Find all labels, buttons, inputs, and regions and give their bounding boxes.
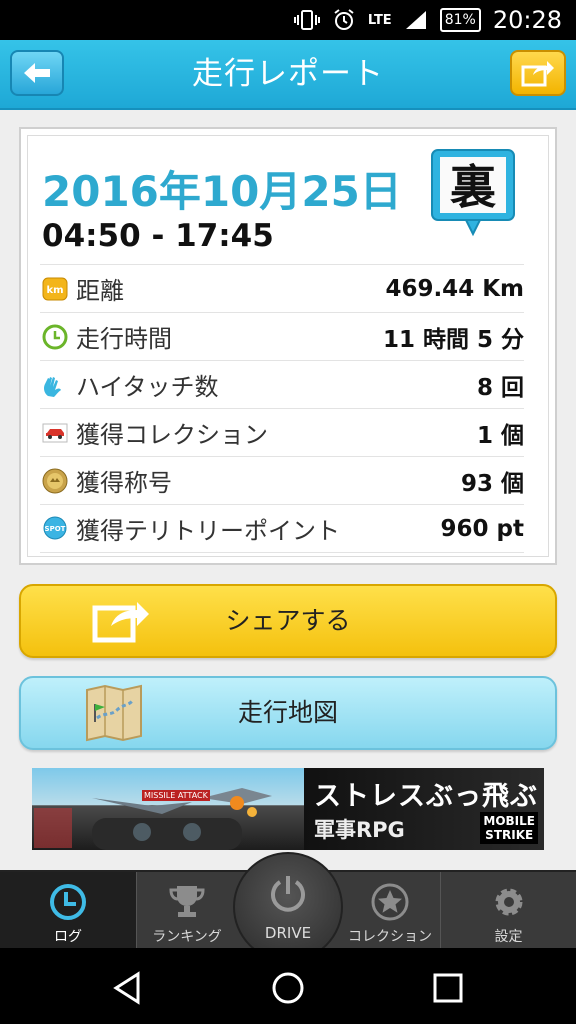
report-date: 2016年10月25日	[42, 167, 402, 216]
ad-headline: ストレスぶっ飛ぶ	[314, 781, 538, 812]
ad-small-text: MISSILE ATTACK	[142, 790, 210, 801]
ad-banner[interactable]: MISSILE ATTACK ストレスぶっ飛ぶ 軍事RPG MOBILE STR…	[32, 768, 544, 850]
battery-indicator: 81%	[439, 8, 481, 32]
stat-label: 獲得称号	[76, 469, 172, 497]
stat-row-titles: 獲得称号 93 個	[40, 456, 524, 504]
nav-label: ログ	[54, 929, 82, 945]
share-button-label: シェアする	[225, 606, 351, 635]
stat-label: 距離	[76, 277, 124, 305]
stat-value: 11 時間 5 分	[382, 326, 524, 353]
clock-icon	[42, 324, 68, 350]
stat-value: 960 pt	[440, 515, 524, 542]
car-icon	[42, 420, 68, 446]
vibrate-icon	[293, 9, 320, 31]
clock-icon	[50, 884, 86, 920]
report-time-range: 04:50 - 17:45	[42, 218, 274, 254]
trophy-icon	[169, 886, 205, 917]
back-button[interactable]	[10, 50, 64, 96]
stat-value: 93 個	[460, 470, 524, 497]
ura-badge-char: 裏	[450, 160, 496, 214]
stat-label: ハイタッチ数	[76, 373, 219, 401]
back-arrow-icon	[24, 63, 50, 83]
svg-text:SPOT: SPOT	[45, 525, 66, 533]
drive-button[interactable]: DRIVE	[233, 852, 343, 962]
lte-label: LTE	[367, 12, 392, 28]
share-top-button[interactable]	[510, 50, 566, 96]
stat-row-drive-time: 走行時間 11 時間 5 分	[40, 312, 524, 360]
nav-label: コレクション	[348, 929, 432, 945]
share-icon	[521, 61, 554, 87]
ad-image: MISSILE ATTACK	[32, 768, 304, 850]
nav-collection[interactable]: コレクション	[340, 872, 440, 948]
drive-map-button[interactable]: 走行地図	[19, 676, 557, 750]
nav-ranking[interactable]: ランキング	[137, 872, 237, 948]
nav-settings[interactable]: 設定	[441, 872, 576, 948]
back-triangle-icon[interactable]	[110, 970, 146, 1006]
nav-label: 設定	[494, 929, 523, 945]
stat-row-territory: SPOT 獲得テリトリーポイント 960 pt	[40, 504, 524, 553]
ad-brand-line2: STRIKE	[485, 828, 534, 842]
system-nav-bar	[0, 948, 576, 1024]
page-title: 走行レポート	[192, 56, 384, 92]
stats-list: km 距離 469.44 Km 走行時間 11 時間 5 分 ハイタッチ数 8 …	[40, 264, 524, 553]
recents-icon[interactable]	[430, 970, 466, 1006]
app-header: 走行レポート	[0, 40, 576, 110]
alarm-icon	[332, 8, 356, 32]
stat-row-collection: 獲得コレクション 1 個	[40, 408, 524, 456]
status-time: 20:28	[492, 6, 562, 34]
drive-label: DRIVE	[264, 924, 312, 942]
ad-brand-line1: MOBILE	[483, 814, 535, 828]
map-button-label: 走行地図	[237, 698, 338, 727]
stat-row-distance: km 距離 469.44 Km	[40, 264, 524, 312]
power-icon	[271, 876, 305, 912]
stat-value: 8 回	[476, 374, 524, 401]
status-bar: LTE 81% 20:28	[0, 0, 576, 40]
stat-label: 獲得テリトリーポイント	[76, 517, 340, 545]
stat-value: 1 個	[476, 422, 524, 449]
stat-label: 走行時間	[76, 325, 172, 353]
stat-label: 獲得コレクション	[76, 421, 268, 449]
km-icon: km	[42, 276, 68, 302]
ad-brand: MOBILE STRIKE	[480, 812, 538, 844]
hi-five-icon	[42, 372, 68, 398]
nav-label: ランキング	[152, 929, 222, 945]
share-button[interactable]: シェアする	[19, 584, 557, 658]
home-icon[interactable]	[270, 970, 306, 1006]
spot-icon: SPOT	[42, 516, 68, 542]
gear-icon	[495, 888, 522, 916]
medal-icon	[42, 468, 68, 494]
nav-log[interactable]: ログ	[0, 872, 136, 948]
report-inner: 2016年10月25日 04:50 - 17:45 裏 km 距離 469.44…	[27, 135, 549, 557]
ura-badge-icon: 裏	[431, 149, 515, 237]
report-card: 2016年10月25日 04:50 - 17:45 裏 km 距離 469.44…	[19, 127, 557, 565]
svg-text:km: km	[46, 285, 63, 296]
signal-icon	[404, 9, 428, 31]
ad-subtitle: 軍事RPG	[314, 818, 405, 842]
stat-row-high-touch: ハイタッチ数 8 回	[40, 360, 524, 408]
stat-value: 469.44 Km	[385, 275, 524, 302]
ad-text-panel: ストレスぶっ飛ぶ 軍事RPG MOBILE STRIKE	[304, 768, 544, 850]
star-icon	[371, 883, 409, 921]
ad-jet-illustration	[34, 788, 272, 850]
